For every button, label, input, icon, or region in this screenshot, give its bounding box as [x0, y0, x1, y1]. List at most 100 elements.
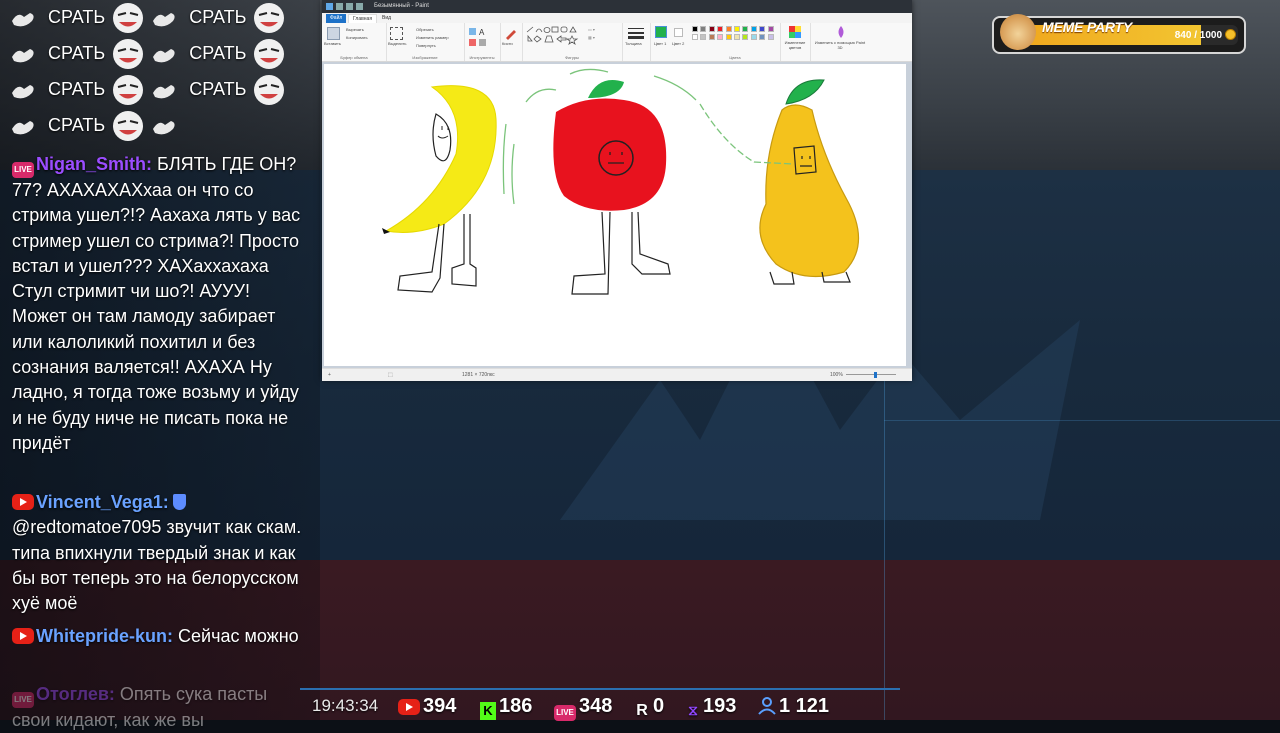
crop-button[interactable]: Обрезать: [416, 27, 434, 32]
twitch-viewers: 193: [703, 695, 737, 717]
palette-swatch[interactable]: [708, 34, 715, 40]
paint-window[interactable]: Безымянный - Paint Файл Главная Вид Вста…: [322, 0, 912, 381]
emote-row: СРАТЬ: [10, 109, 183, 143]
emote-row: СРАТЬ СРАТЬ: [10, 73, 286, 107]
youtube-stat: 394: [398, 694, 456, 718]
zoom-slider[interactable]: [846, 374, 896, 375]
troll-face-icon: [113, 111, 144, 141]
live-stat: LIVE 348: [554, 694, 613, 721]
stream-stats: 19:43:34 394 K 186 LIVE 348 R0 ⧖ 193 1 121: [300, 690, 890, 721]
zoom-slider-thumb[interactable]: [874, 372, 877, 378]
copy-button[interactable]: Копировать: [346, 35, 368, 40]
palette-swatch[interactable]: [742, 34, 749, 40]
moderator-shield-icon: [172, 494, 186, 510]
zoom-level: 100%: [830, 372, 843, 378]
brush-icon[interactable]: [504, 26, 518, 40]
select-button[interactable]: Выделить: [388, 41, 406, 46]
youtube-badge-icon: [12, 628, 34, 644]
palette-swatch[interactable]: [767, 26, 774, 32]
live-viewers: 348: [579, 695, 613, 717]
live-badge-icon: LIVE: [12, 162, 34, 178]
chat-username: Vincent_Vega1:: [36, 492, 169, 512]
group-label: Инструменты: [469, 55, 495, 60]
troll-face-icon: [113, 75, 144, 105]
fill-button[interactable]: ▦ ▾: [588, 35, 595, 40]
color-palette[interactable]: [692, 26, 778, 42]
paint3d-group: Изменить с помощью Paint 3D: [810, 23, 870, 61]
palette-swatch[interactable]: [759, 26, 766, 32]
palette-swatch[interactable]: [717, 26, 724, 32]
palette-swatch[interactable]: [734, 26, 740, 32]
color2-swatch[interactable]: [674, 28, 683, 37]
select-icon[interactable]: [390, 27, 403, 40]
resize-button[interactable]: Изменить размер: [416, 35, 449, 40]
palette-swatch[interactable]: [767, 34, 774, 40]
tab-file[interactable]: Файл: [326, 14, 347, 23]
rotate-button[interactable]: Повернуть: [416, 43, 436, 48]
undo-icon[interactable]: [346, 3, 353, 10]
palette-swatch[interactable]: [750, 26, 757, 32]
palette-swatch[interactable]: [759, 34, 766, 40]
cut-button[interactable]: Вырезать: [346, 27, 364, 32]
pointing-hands-icon: [12, 13, 34, 27]
color1-label: Цвет 1: [654, 41, 667, 46]
color2-label: Цвет 2: [672, 41, 685, 46]
group-label: Изображение: [412, 55, 438, 60]
line-width-icon[interactable]: [628, 27, 644, 39]
canvas-size: 1281 × 720пкс: [462, 372, 495, 378]
shapes-icon[interactable]: [526, 26, 586, 48]
palette-swatch[interactable]: [725, 26, 732, 32]
total-viewers: 1 121: [779, 695, 830, 717]
banana-drawing: [382, 85, 515, 293]
paint-titlebar[interactable]: Безымянный - Paint: [322, 0, 912, 13]
rutube-icon: R: [636, 702, 648, 719]
emote-text: СРАТЬ: [189, 43, 247, 64]
palette-swatch[interactable]: [725, 34, 732, 40]
active-colors: Цвет 1 Цвет 2: [650, 23, 690, 61]
palette-swatch[interactable]: [692, 34, 698, 40]
stream-time: 19:43:34: [312, 696, 379, 715]
emote-text: СРАТЬ: [48, 7, 106, 28]
emote-text: СРАТЬ: [189, 79, 247, 100]
clipboard-group: Вставить Вырезать Копировать Буфер обмен…: [322, 23, 387, 61]
palette-swatch[interactable]: [708, 26, 715, 32]
palette-swatch[interactable]: [742, 26, 749, 32]
tools-icon[interactable]: A: [468, 27, 496, 49]
redo-icon[interactable]: [356, 3, 363, 10]
color-wheel-icon[interactable]: [789, 26, 801, 38]
edit-colors-button[interactable]: Изменение цветов: [781, 40, 809, 50]
size-button[interactable]: Толщина: [625, 41, 642, 46]
save-icon[interactable]: [336, 3, 343, 10]
rutube-viewers: 0: [653, 695, 665, 717]
kick-icon: K: [480, 702, 496, 720]
paint3d-button[interactable]: Изменить с помощью Paint 3D: [814, 40, 866, 50]
palette-swatch[interactable]: [692, 26, 698, 32]
palette-swatch[interactable]: [750, 34, 757, 40]
pointing-hands-icon: [153, 121, 175, 135]
pointing-hands-icon: [153, 49, 175, 63]
outline-button[interactable]: ▭ ▾: [588, 27, 595, 32]
brushes-button[interactable]: Кисти: [502, 41, 513, 46]
chat-panel: СРАТЬ СРАТЬ СРАТЬ СРАТЬ СРАТЬ СРАТЬ СРАТ…: [10, 0, 310, 730]
pointing-hands-icon: [153, 13, 175, 27]
palette-swatch[interactable]: [717, 34, 724, 40]
twitch-icon: ⧖: [688, 702, 698, 718]
paste-button[interactable]: Вставить: [324, 41, 341, 46]
paint-statusbar: + ⬚ 1281 × 720пкс 100%: [322, 368, 912, 381]
color1-swatch[interactable]: [655, 26, 667, 38]
pointing-hands-icon: [12, 121, 34, 135]
paste-icon[interactable]: [327, 27, 340, 40]
palette-swatch[interactable]: [734, 34, 740, 40]
youtube-icon: [398, 699, 420, 715]
palette-swatch[interactable]: [700, 26, 707, 32]
chat-message: LIVE Nigan_Smith: БЛЯТЬ ГДЕ ОН?77? АХАХАХ…: [12, 152, 308, 456]
drawing-canvas[interactable]: [324, 64, 906, 366]
tab-view[interactable]: Вид: [378, 14, 395, 23]
rutube-stat: R0: [634, 694, 665, 719]
chat-message: Whitepride-kun: Сейчас можно: [12, 624, 308, 649]
paint3d-icon[interactable]: [836, 26, 846, 38]
doge-icon: [1000, 14, 1036, 50]
pointing-hands-icon: [153, 85, 175, 99]
palette-swatch[interactable]: [700, 34, 707, 40]
emote-row: СРАТЬ СРАТЬ: [10, 1, 286, 35]
